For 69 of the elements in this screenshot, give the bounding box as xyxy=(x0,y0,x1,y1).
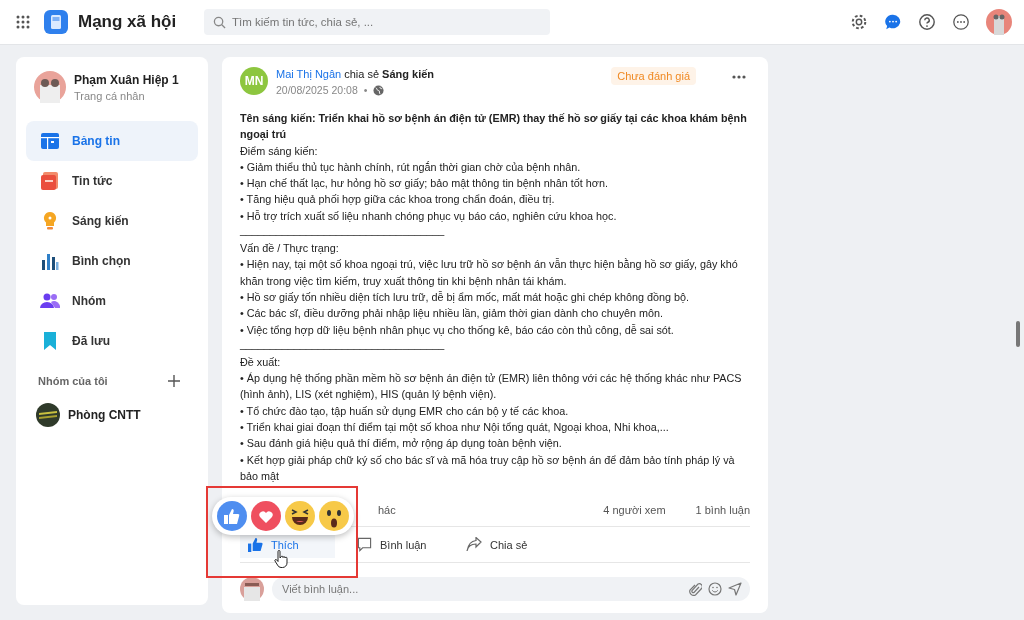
post-action-button[interactable]: Bình luận xyxy=(349,531,444,559)
author-name[interactable]: Mai Thị Ngân xyxy=(276,68,342,80)
separator-line: __________________________________ xyxy=(240,224,446,238)
heart-reaction-icon[interactable] xyxy=(251,501,281,531)
post-text: • Sau đánh giá hiệu quả thí điểm, mở rộng áp dụng toàn bệnh viện. xyxy=(240,436,563,452)
separator-dot: • xyxy=(363,84,368,96)
layout-icon xyxy=(40,131,60,151)
separator-line: __________________________________ xyxy=(240,337,446,351)
help-icon[interactable] xyxy=(918,13,936,31)
post-text: • Các bác sĩ, điều dưỡng phải nhập liệu nhiều lần, giảm thời gian dành cho chuyên môn. xyxy=(240,306,665,322)
view-count[interactable]: 4 người xem xyxy=(603,504,666,517)
sidebar-item[interactable]: Bình chọn xyxy=(26,241,198,281)
paperclip-icon[interactable] xyxy=(689,581,702,597)
globe-icon xyxy=(373,84,385,96)
more-icon[interactable] xyxy=(952,13,970,31)
sidebar-item[interactable]: Bảng tin xyxy=(26,121,198,161)
post-text: • Hiện nay, tại một số khoa ngoại trú, việc lưu trữ hồ sơ bệnh án vẫn thực hiện bằng hồ sơ giấy, gây khó khăn trong việc tìm kiếm, truy xuất thông tin khi bệnh nhân tái khám. xyxy=(240,257,739,289)
bar-chart-icon xyxy=(40,251,60,271)
speech-bubble-icon xyxy=(357,537,372,553)
post-category[interactable]: Sáng kiến xyxy=(382,68,435,80)
post-text: Đề xuất: xyxy=(240,354,282,370)
laughing-face-icon[interactable] xyxy=(285,501,315,531)
thumbs-up-icon xyxy=(248,537,263,553)
post-text: Điểm sáng kiến: xyxy=(240,143,319,159)
share-arrow-icon xyxy=(466,537,482,553)
post-title: Tên sáng kiến: Triển khai hồ sơ bệnh án điện tử (EMR) thay thế hồ sơ giấy tại các khoa khám bệnh ngoại trú xyxy=(240,111,748,143)
more-options-icon[interactable] xyxy=(732,75,746,79)
post-text: • Giảm thiểu thủ tục hành chính, rút ngắn thời gian chờ của bệnh nhân. xyxy=(240,159,582,175)
sidebar-item[interactable]: Đã lưu xyxy=(26,321,198,361)
post-text: • Kết hợp giải pháp chữ ký số cho bác sĩ và mã hóa truy cập hồ sơ bệnh án để đảm bảo tính pháp lý và bảo mật xyxy=(240,452,736,484)
status-badge: Chưa đánh giá xyxy=(611,67,696,85)
search-field[interactable]: Tìm kiếm tin tức, chia sẻ, ... xyxy=(204,9,550,35)
post-text: • Triển khai giai đoạn thí điểm tại một số khoa như Nội tổng quát, Ngoại khoa, Nhi khoa,... xyxy=(240,420,670,436)
sidebar-item[interactable]: Tin tức xyxy=(26,161,198,201)
post-text: • Tổ chức đào tạo, tập huấn sử dụng EMR cho cán bộ y tế các khoa. xyxy=(240,403,570,419)
profile-subtitle: Trang cá nhân xyxy=(74,89,146,102)
post-text: • Tăng hiệu quả phối hợp giữa các khoa trong chẩn đoán, điều trị. xyxy=(240,192,556,208)
post-text: Vấn đề / Thực trạng: xyxy=(240,241,340,257)
newspaper-icon xyxy=(40,171,60,191)
hand-cursor-icon xyxy=(274,550,288,568)
post-text: • Hạn chế thất lạc, hư hỏng hồ sơ giấy; bảo mật thông tin bệnh nhân tốt hơn. xyxy=(240,176,609,192)
sidebar-item[interactable]: Nhóm xyxy=(26,281,198,321)
app-logo-icon xyxy=(44,10,68,34)
post-text: • Hỗ trợ trích xuất số liệu nhanh chóng phục vụ báo cáo, nghiên cứu khoa học. xyxy=(240,208,618,224)
section-heading: Nhóm của tôi xyxy=(38,375,108,387)
settings-icon[interactable] xyxy=(850,13,868,31)
sidebar-item[interactable]: Sáng kiến xyxy=(26,201,198,241)
scrollbar-thumb[interactable] xyxy=(1016,321,1020,347)
search-icon xyxy=(213,16,226,29)
apps-grid-icon[interactable] xyxy=(16,15,30,29)
post-action-button[interactable]: Chia sẻ xyxy=(458,531,553,559)
profile-name[interactable]: Phạm Xuân Hiệp 1 xyxy=(74,72,179,87)
post-text: • Hồ sơ giấy tốn nhiều diện tích lưu trữ, dễ bị ẩm mốc, mất mát hoặc ghi chép không đồng bộ. xyxy=(240,289,691,305)
reactions-summary[interactable]: hác xyxy=(378,504,396,517)
post-text: • Áp dụng hệ thống phần mềm hồ sơ bệnh án điện tử (EMR) liên thông với các hệ thống khác như PACS (hình ảnh), LIS (xét nghiệm), HIS (quản lý bệnh viện). xyxy=(240,371,743,403)
surprised-face-icon[interactable] xyxy=(319,501,349,531)
comment-field[interactable]: Viết bình luận... xyxy=(272,577,750,602)
people-icon xyxy=(40,291,60,311)
like-reaction-icon[interactable] xyxy=(217,501,247,531)
chat-icon[interactable] xyxy=(884,13,902,31)
app-title: Mạng xã hội xyxy=(78,12,178,32)
group-name[interactable]: Phòng CNTT xyxy=(68,408,141,422)
post-text: • Việc tổng hợp dữ liệu bệnh nhân phục vụ cho thống kê, báo cáo còn thủ công, dễ sai sót. xyxy=(240,322,675,338)
add-icon[interactable] xyxy=(168,375,180,387)
post-time: 20/08/2025 20:08 xyxy=(276,84,358,96)
smiley-icon[interactable] xyxy=(708,582,722,597)
share-verb: chia sẻ xyxy=(344,68,380,80)
send-icon[interactable] xyxy=(728,582,742,597)
comment-count[interactable]: 1 bình luận xyxy=(695,504,750,517)
